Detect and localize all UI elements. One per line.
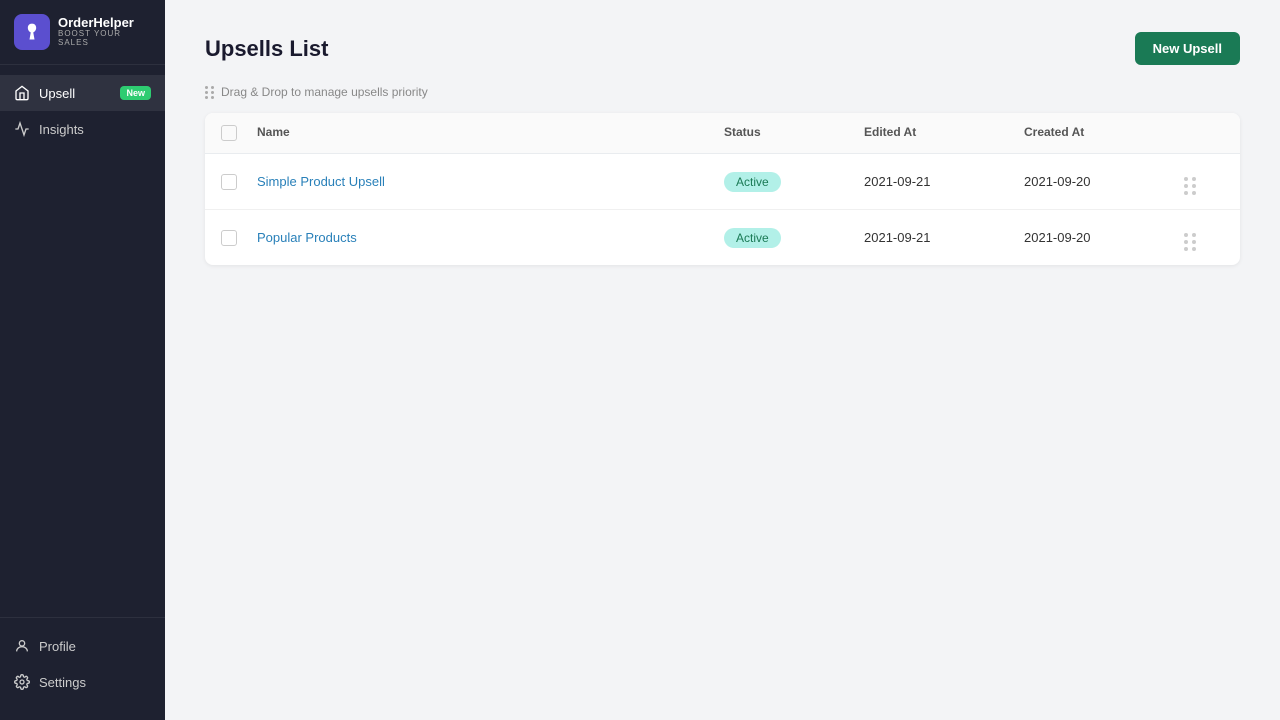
profile-icon <box>14 638 30 654</box>
sidebar-bottom: Profile Settings <box>0 617 165 710</box>
row1-name: Simple Product Upsell <box>257 173 724 191</box>
col-name: Name <box>257 125 724 141</box>
sidebar-settings-label: Settings <box>39 675 86 690</box>
col-status: Status <box>724 125 864 141</box>
row2-created-at: 2021-09-20 <box>1024 230 1184 245</box>
settings-icon <box>14 674 30 690</box>
app-logo: OrderHelper BOOST YOUR SALES <box>0 0 165 65</box>
row1-status: Active <box>724 172 864 192</box>
row2-edited-at: 2021-09-21 <box>864 230 1024 245</box>
sidebar-item-profile[interactable]: Profile <box>0 628 165 664</box>
row2-checkbox-cell <box>221 230 257 246</box>
drag-dots-icon <box>205 86 215 99</box>
page-title: Upsells List <box>205 36 328 62</box>
sidebar-item-upsell[interactable]: Upsell New <box>0 75 165 111</box>
logo-subtitle: BOOST YOUR SALES <box>58 30 151 48</box>
col-edited-at: Edited At <box>864 125 1024 141</box>
row2-drag-icon <box>1184 233 1197 251</box>
upsell-badge: New <box>120 86 151 100</box>
row2-checkbox[interactable] <box>221 230 237 246</box>
row1-name-link[interactable]: Simple Product Upsell <box>257 174 385 189</box>
header-checkbox[interactable] <box>221 125 237 141</box>
row1-checkbox[interactable] <box>221 174 237 190</box>
col-created-at: Created At <box>1024 125 1184 141</box>
main-content: Upsells List New Upsell Drag & Drop to m… <box>165 0 1280 720</box>
content-area: Upsells List New Upsell Drag & Drop to m… <box>165 0 1280 720</box>
table-row: Simple Product Upsell Active 2021-09-21 … <box>205 154 1240 210</box>
sidebar-item-insights[interactable]: Insights <box>0 111 165 147</box>
row2-status-badge: Active <box>724 228 781 248</box>
row1-status-badge: Active <box>724 172 781 192</box>
row2-drag-handle[interactable] <box>1184 224 1224 251</box>
table-header: Name Status Edited At Created At <box>205 113 1240 154</box>
row1-checkbox-cell <box>221 174 257 190</box>
sidebar-nav: Upsell New Insights Profile <box>0 65 165 720</box>
header-checkbox-cell <box>221 125 257 141</box>
row1-drag-handle[interactable] <box>1184 168 1224 195</box>
drag-hint-text: Drag & Drop to manage upsells priority <box>221 85 428 99</box>
row2-name-link[interactable]: Popular Products <box>257 230 357 245</box>
logo-title: OrderHelper <box>58 16 151 30</box>
new-upsell-button[interactable]: New Upsell <box>1135 32 1240 65</box>
sidebar: OrderHelper BOOST YOUR SALES Upsell New … <box>0 0 165 720</box>
row2-status: Active <box>724 228 864 248</box>
page-header: Upsells List New Upsell <box>205 32 1240 65</box>
row2-name: Popular Products <box>257 229 724 247</box>
logo-icon <box>14 14 50 50</box>
drag-hint: Drag & Drop to manage upsells priority <box>205 85 1240 99</box>
table-row: Popular Products Active 2021-09-21 2021-… <box>205 210 1240 265</box>
upsells-table: Name Status Edited At Created At Simple … <box>205 113 1240 265</box>
sidebar-profile-label: Profile <box>39 639 76 654</box>
sidebar-item-settings[interactable]: Settings <box>0 664 165 700</box>
row1-drag-icon <box>1184 177 1197 195</box>
home-icon <box>14 85 30 101</box>
insights-icon <box>14 121 30 137</box>
row1-edited-at: 2021-09-21 <box>864 174 1024 189</box>
sidebar-insights-label: Insights <box>39 122 84 137</box>
row1-created-at: 2021-09-20 <box>1024 174 1184 189</box>
sidebar-upsell-label: Upsell <box>39 86 75 101</box>
